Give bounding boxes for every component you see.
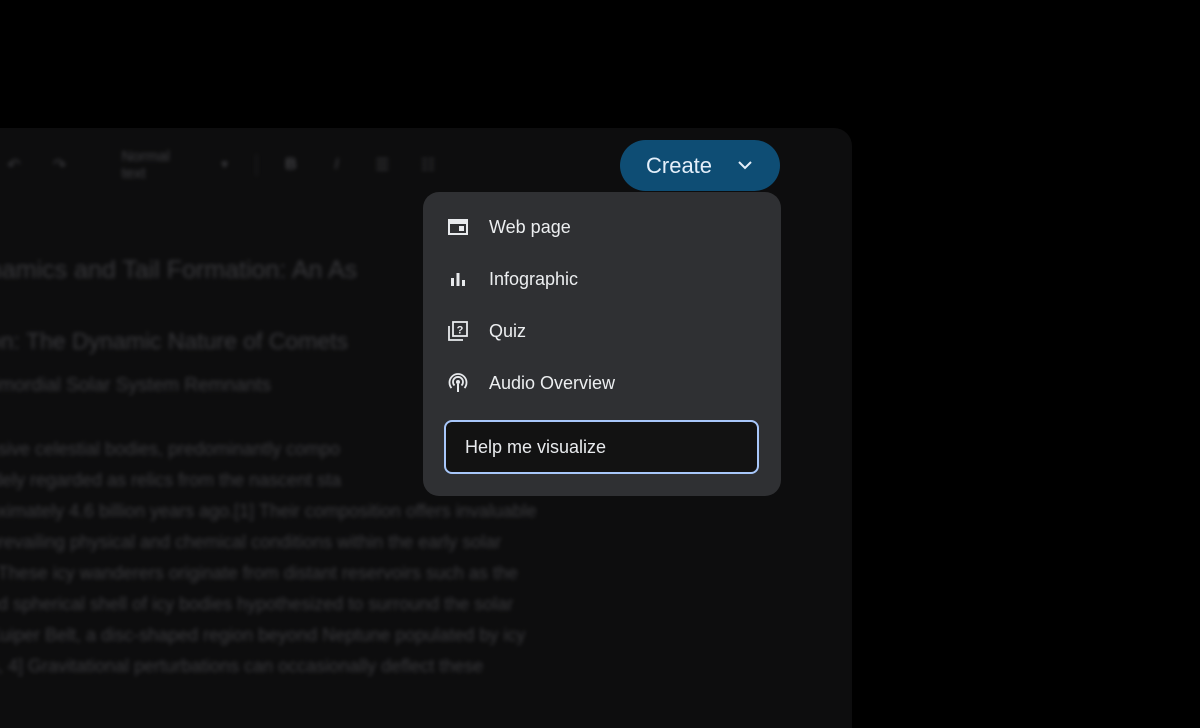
text-style-dropdown[interactable]: Normal text ▼ — [121, 148, 230, 182]
paragraph-line: 3, 4] Gravitational perturbations can oc… — [0, 656, 484, 676]
web-page-icon — [448, 219, 468, 235]
paragraph-line: oximately 4.6 billion years ago.[1] Thei… — [0, 501, 537, 521]
create-menu: Web page Infographic ? Quiz Audio Overvi… — [423, 192, 781, 496]
formatting-toolbar: ↶ ↷ Normal text ▼ B I ☰ ☷ — [0, 148, 460, 182]
paragraph-line: ] These icy wanderers originate from dis… — [0, 563, 518, 583]
redo-icon[interactable]: ↷ — [46, 151, 74, 179]
paragraph-line: ed spherical shell of icy bodies hypothe… — [0, 594, 514, 614]
quiz-icon: ? — [448, 321, 468, 341]
menu-item-label: Quiz — [489, 321, 527, 341]
create-button[interactable]: Create — [620, 140, 780, 191]
menu-item-label: Infographic — [489, 269, 579, 289]
toolbar-divider — [256, 154, 258, 176]
caret-down-icon: ▼ — [219, 159, 231, 171]
menu-item-label: Web page — [489, 217, 571, 237]
bar-chart-icon — [451, 273, 465, 286]
podcast-icon — [448, 373, 468, 392]
paragraph-line: Kuiper Belt, a disc-shaped region beyond… — [0, 625, 526, 645]
menu-item-web-page[interactable]: Web page — [423, 204, 781, 250]
create-button-label: Create — [646, 152, 713, 178]
bulleted-list-icon[interactable]: ☰ — [368, 151, 396, 179]
svg-text:?: ? — [457, 325, 464, 337]
menu-item-quiz[interactable]: ? Quiz — [423, 308, 781, 354]
bold-icon[interactable]: B — [277, 151, 305, 179]
help-me-visualize-input[interactable]: Help me visualize — [444, 420, 759, 474]
italic-icon[interactable]: I — [323, 151, 351, 179]
numbered-list-icon[interactable]: ☷ — [414, 151, 442, 179]
document-heading: on: The Dynamic Nature of Comets — [0, 328, 349, 354]
document-subheading: rimordial Solar System Remnants — [0, 375, 271, 396]
undo-icon[interactable]: ↶ — [0, 151, 28, 179]
menu-item-audio-overview[interactable]: Audio Overview — [423, 360, 781, 406]
menu-item-label: Audio Overview — [489, 373, 616, 393]
document-title: namics and Tail Formation: An As — [0, 256, 358, 284]
paragraph-line: prevailing physical and chemical conditi… — [0, 532, 502, 552]
text-style-label: Normal text — [121, 148, 170, 182]
help-me-visualize-text: Help me visualize — [465, 436, 607, 457]
chevron-down-icon — [738, 161, 752, 170]
menu-item-infographic[interactable]: Infographic — [423, 256, 781, 302]
